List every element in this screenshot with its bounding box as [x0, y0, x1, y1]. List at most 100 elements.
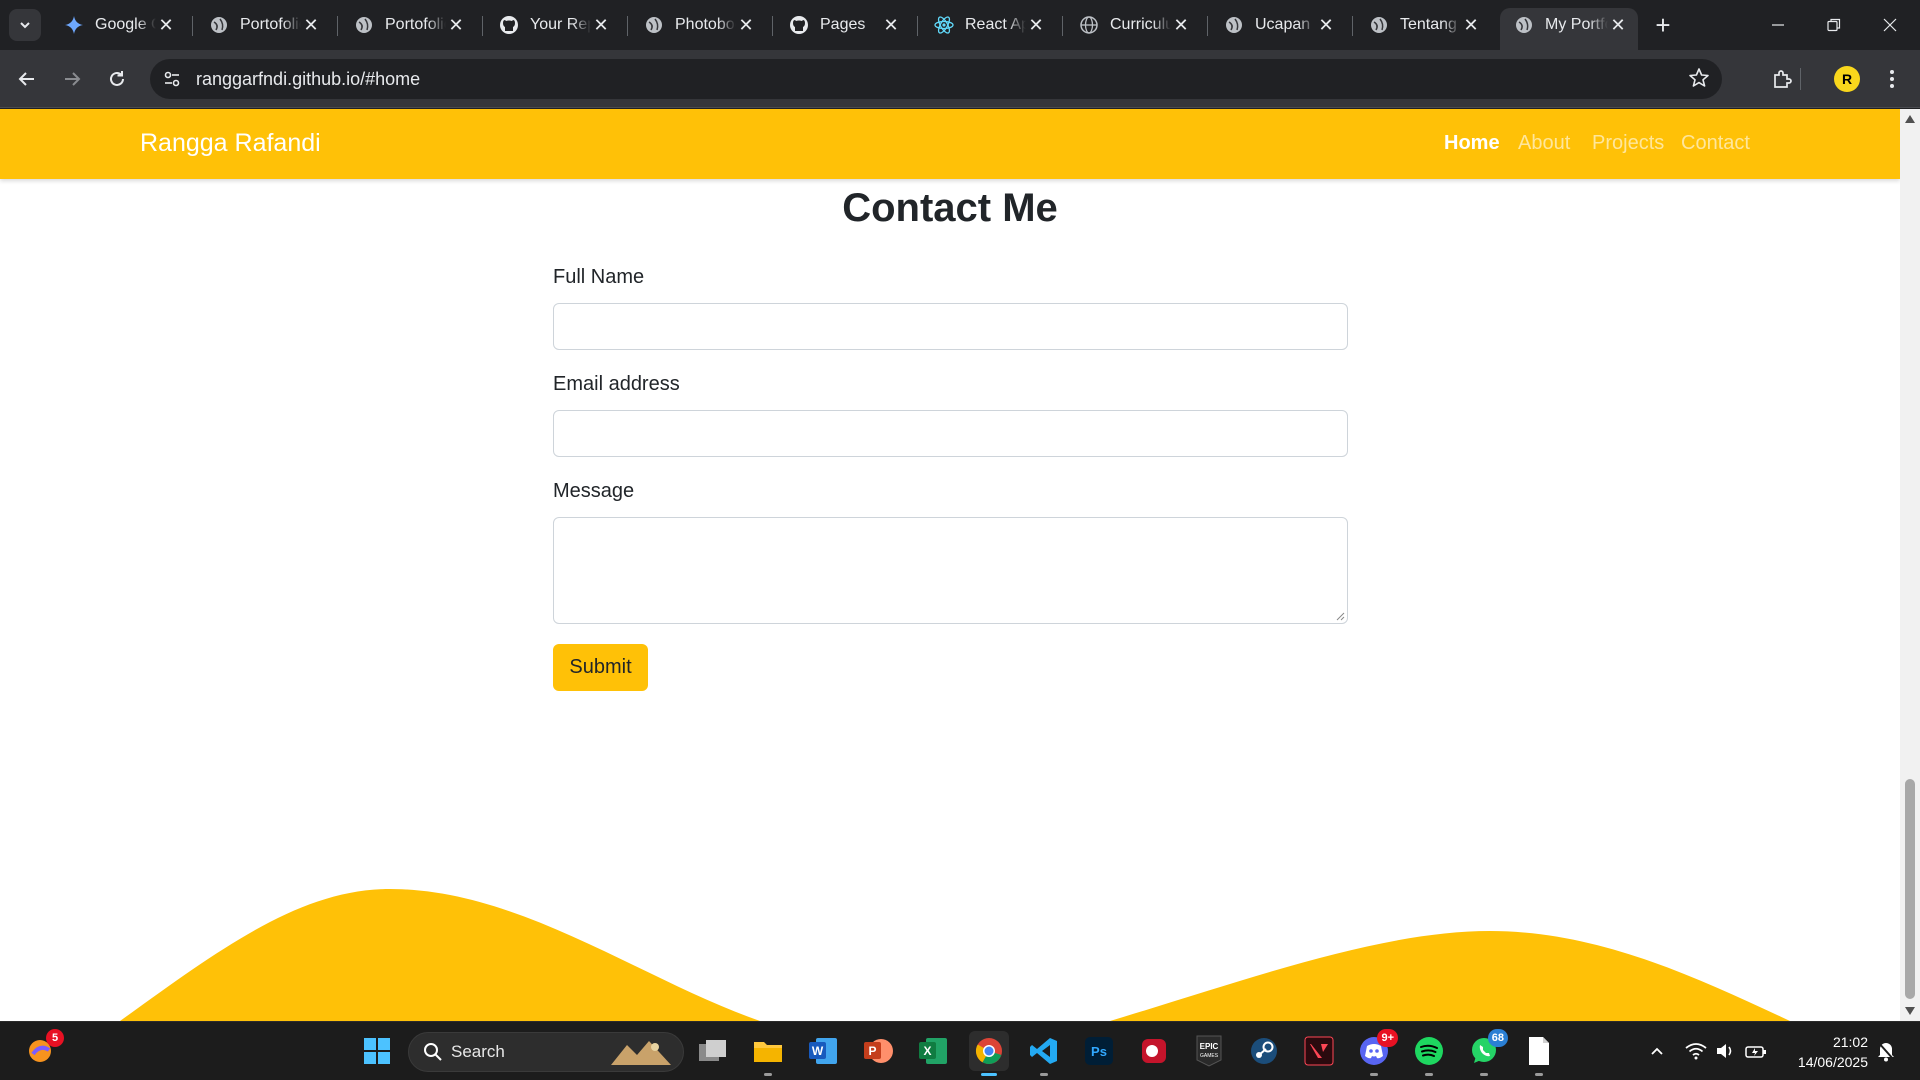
- forward-button[interactable]: [56, 63, 88, 95]
- reload-button[interactable]: [101, 63, 133, 95]
- chrome-app[interactable]: [969, 1031, 1009, 1076]
- volume-status[interactable]: [1714, 1039, 1738, 1063]
- site-info-icon[interactable]: [152, 59, 192, 99]
- close-icon[interactable]: ✕: [1316, 15, 1336, 35]
- red-app[interactable]: [1134, 1031, 1174, 1071]
- nav-projects[interactable]: Projects: [1592, 132, 1664, 155]
- close-icon[interactable]: ✕: [156, 15, 176, 35]
- puzzle-icon: [1774, 70, 1792, 88]
- start-button[interactable]: [357, 1031, 397, 1071]
- chrome-icon: [975, 1038, 1002, 1065]
- scroll-down-icon[interactable]: [1905, 1007, 1915, 1015]
- word-icon: W: [809, 1038, 837, 1064]
- close-icon[interactable]: ✕: [301, 15, 321, 35]
- close-icon[interactable]: ✕: [881, 15, 901, 35]
- site-brand[interactable]: Rangga Rafandi: [140, 129, 321, 158]
- menu-button[interactable]: [1876, 63, 1908, 95]
- globe-icon: [354, 15, 374, 35]
- discord-app[interactable]: 9+: [1354, 1029, 1398, 1076]
- profile-avatar[interactable]: R: [1834, 66, 1860, 92]
- tab-your-repositories[interactable]: Your Repositories ✕: [485, 8, 621, 42]
- tab-search-button[interactable]: [9, 9, 41, 41]
- svg-text:EPIC: EPIC: [1200, 1042, 1219, 1051]
- spotify-app[interactable]: [1409, 1031, 1449, 1076]
- speaker-icon: [1717, 1044, 1732, 1058]
- email-label: Email address: [553, 373, 680, 395]
- photoshop-app[interactable]: Ps: [1079, 1031, 1119, 1071]
- wifi-status[interactable]: [1684, 1039, 1708, 1063]
- close-icon[interactable]: ✕: [591, 15, 611, 35]
- tab-my-portfolio[interactable]: My Portfolio ✕: [1500, 8, 1638, 50]
- nav-about[interactable]: About: [1518, 132, 1570, 155]
- tab-separator: [337, 16, 338, 36]
- close-icon[interactable]: ✕: [1026, 15, 1046, 35]
- tab-ucapan[interactable]: Ucapan ✕: [1210, 8, 1346, 42]
- vscode-app[interactable]: [1024, 1031, 1064, 1076]
- whatsapp-badge: 68: [1487, 1029, 1508, 1047]
- task-view-button[interactable]: [693, 1031, 733, 1071]
- full-name-input[interactable]: [553, 303, 1348, 350]
- whatsapp-app[interactable]: 68: [1464, 1029, 1508, 1076]
- tab-tentang[interactable]: Tentang ✕: [1355, 8, 1491, 42]
- taskbar-search[interactable]: Search: [408, 1032, 684, 1072]
- nav-contact[interactable]: Contact: [1681, 132, 1750, 155]
- close-icon[interactable]: ✕: [446, 15, 466, 35]
- browser-toolbar: ranggarfndi.github.io/#home: [0, 50, 1920, 108]
- word-app[interactable]: W: [803, 1031, 843, 1071]
- close-icon[interactable]: ✕: [1461, 15, 1481, 35]
- globe-icon: [1514, 15, 1534, 35]
- back-button[interactable]: [11, 63, 43, 95]
- tray-overflow-button[interactable]: [1645, 1039, 1669, 1063]
- full-name-label: Full Name: [553, 266, 645, 288]
- close-window-button[interactable]: [1862, 0, 1918, 50]
- epic-games-icon: EPIC GAMES: [1196, 1035, 1222, 1067]
- extensions-button[interactable]: [1766, 63, 1798, 95]
- svg-text:P: P: [868, 1044, 876, 1058]
- minimize-icon: [1772, 24, 1784, 26]
- tab-title: Ucapan: [1255, 16, 1311, 33]
- tab-pages[interactable]: Pages ✕: [775, 8, 911, 42]
- tab-google-gemini[interactable]: Google Gemini ✕: [50, 8, 186, 42]
- nav-home[interactable]: Home: [1444, 132, 1500, 155]
- widgets-button[interactable]: 5: [20, 1029, 64, 1071]
- message-textarea[interactable]: [553, 517, 1348, 624]
- powerpoint-app[interactable]: P: [858, 1031, 898, 1071]
- address-bar[interactable]: ranggarfndi.github.io/#home: [150, 59, 1722, 99]
- tab-title: Portofolio: [240, 16, 301, 33]
- tab-title: My Portfolio: [1545, 16, 1608, 33]
- close-icon[interactable]: ✕: [736, 15, 756, 35]
- tab-curriculum[interactable]: Curriculum ✕: [1065, 8, 1201, 42]
- tab-portofolio-2[interactable]: Portofolio ✕: [340, 8, 476, 42]
- epic-games-app[interactable]: EPIC GAMES: [1189, 1031, 1229, 1071]
- clock-date: 14/06/2025: [1797, 1054, 1868, 1070]
- tab-separator: [917, 16, 918, 36]
- system-clock[interactable]: 21:02 14/06/2025: [1788, 1032, 1868, 1072]
- new-tab-button[interactable]: +: [1648, 10, 1678, 40]
- valorant-app[interactable]: [1299, 1031, 1339, 1071]
- url-text[interactable]: ranggarfndi.github.io/#home: [196, 69, 420, 90]
- scroll-up-icon[interactable]: [1905, 115, 1915, 123]
- tab-photobooth[interactable]: Photobooth ✕: [630, 8, 766, 42]
- windows-logo-icon: [364, 1038, 390, 1064]
- page-scrollbar[interactable]: [1900, 109, 1920, 1021]
- steam-app[interactable]: [1244, 1031, 1284, 1071]
- resize-grip-icon[interactable]: [1335, 611, 1345, 621]
- minimize-button[interactable]: [1750, 0, 1806, 50]
- bookmark-star-icon[interactable]: [1688, 67, 1710, 94]
- notepad-app[interactable]: [1519, 1031, 1559, 1076]
- tab-title: React App: [965, 16, 1026, 33]
- tab-title: Photobooth: [675, 16, 736, 33]
- notifications-button[interactable]: [1874, 1039, 1898, 1063]
- scrollbar-thumb[interactable]: [1905, 779, 1915, 999]
- excel-app[interactable]: X: [913, 1031, 953, 1071]
- tab-portofolio-1[interactable]: Portofolio ✕: [195, 8, 331, 42]
- battery-status[interactable]: [1744, 1039, 1768, 1063]
- globe-icon: [1079, 15, 1099, 35]
- file-explorer-app[interactable]: [748, 1031, 788, 1076]
- close-icon[interactable]: ✕: [1171, 15, 1191, 35]
- submit-button[interactable]: Submit: [553, 644, 648, 691]
- restore-button[interactable]: [1806, 0, 1862, 50]
- close-icon[interactable]: ✕: [1608, 15, 1628, 35]
- tab-react-app[interactable]: React App ✕: [920, 8, 1056, 42]
- email-input[interactable]: [553, 410, 1348, 457]
